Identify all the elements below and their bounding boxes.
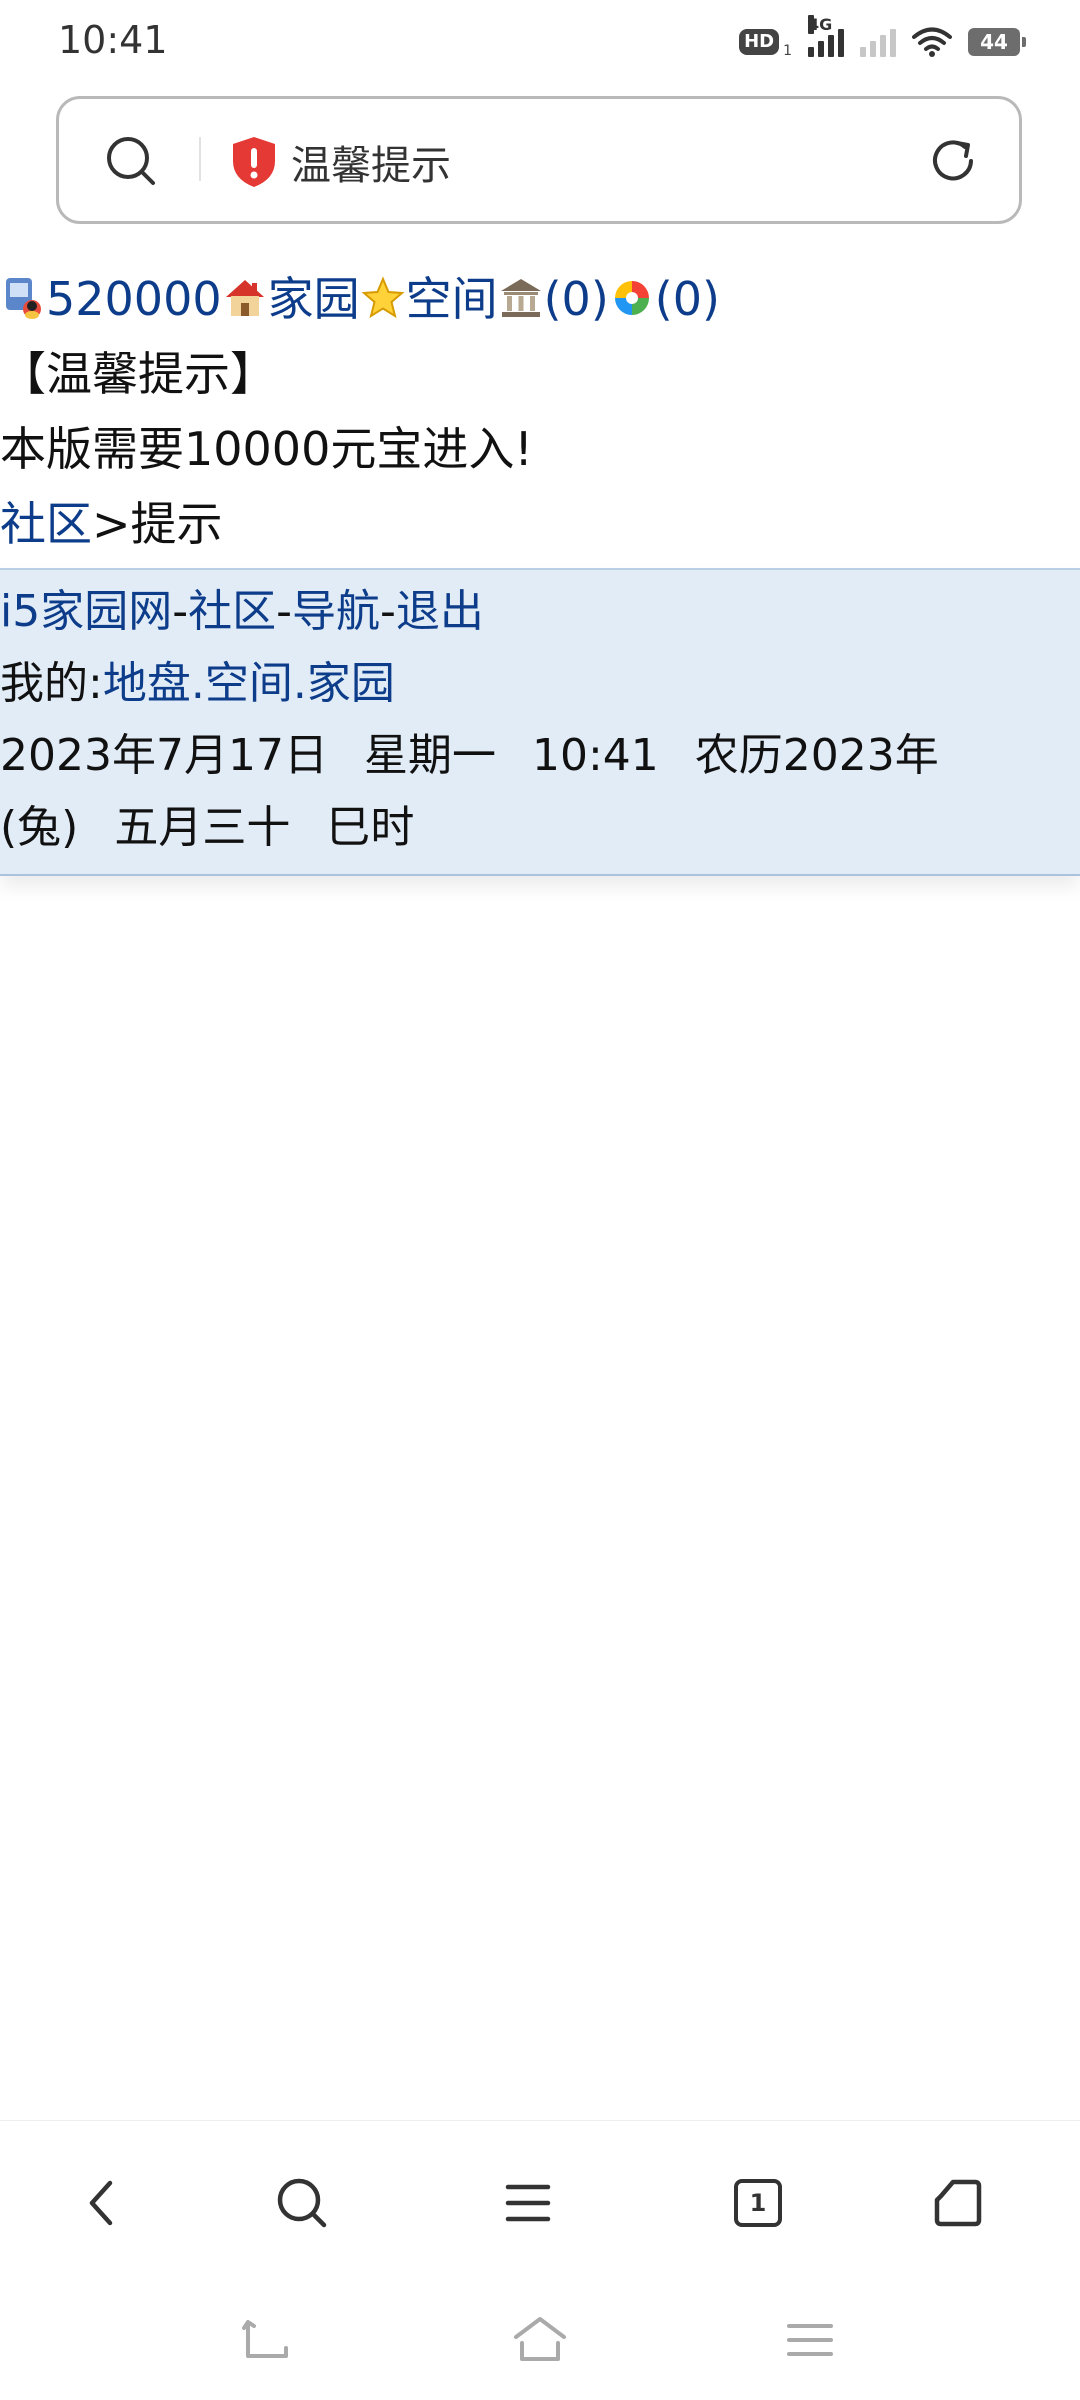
bank-count-link[interactable]: (0) <box>544 272 609 326</box>
navigation-link[interactable]: 导航 <box>292 586 380 637</box>
wifi-icon <box>912 27 952 57</box>
footer-panel: i5家园网-社区-导航-退出 我的:地盘.空间.家园 2023年7月17日 星期一… <box>0 568 1080 876</box>
lunar-zodiac-text: (兔) <box>0 802 79 853</box>
hd-sub-label: 1 <box>783 43 792 59</box>
nav-separator: - <box>276 586 292 637</box>
signal-4g-icon: 4G <box>808 15 844 57</box>
status-time: 10:41 <box>58 18 168 62</box>
notice-heading: 【温馨提示】 <box>0 347 276 401</box>
network-type-label: 4G <box>808 15 833 34</box>
page-content: 520000 家园 空间 (0) (0) 【温馨提示】 本版需要10000元宝进… <box>0 262 1080 876</box>
clock-text: 10:41 <box>531 730 659 781</box>
search-icon <box>277 2178 327 2228</box>
menu-icon <box>505 2184 551 2222</box>
nav-home-button[interactable] <box>510 2310 570 2370</box>
system-nav-bar <box>0 2280 1080 2400</box>
star-icon <box>361 276 405 319</box>
territory-link[interactable]: 地盘 <box>103 658 191 709</box>
lunar-day-text: 五月三十 <box>114 802 291 853</box>
breadcrumb: 社区>提示 <box>0 487 1080 562</box>
nav-home-icon <box>514 2317 566 2361</box>
nav-separator: - <box>380 586 396 637</box>
address-bar[interactable]: 温馨提示 <box>56 96 1022 224</box>
mine-label: 我的: <box>0 658 103 709</box>
date-row: 2023年7月17日 星期一 10:41 农历2023年 <box>0 720 1080 792</box>
album-count-link[interactable]: (0) <box>655 272 720 326</box>
signal-icon <box>860 27 896 57</box>
qq-user-icon <box>6 278 41 319</box>
nav-recents-icon <box>787 2324 833 2356</box>
date-text: 2023年7月17日 <box>0 730 328 781</box>
menu-button[interactable] <box>498 2173 558 2233</box>
home-link[interactable]: 家园 <box>268 272 360 326</box>
browser-toolbar: 1 <box>0 2120 1080 2281</box>
battery-icon: 44 <box>968 28 1026 56</box>
back-icon <box>89 2180 113 2226</box>
breadcrumb-separator: > <box>92 497 131 551</box>
tabs-count: 1 <box>749 2189 767 2217</box>
weekday-text: 星期一 <box>363 730 496 781</box>
home-icon <box>225 280 264 316</box>
nav-recents-button[interactable] <box>780 2310 840 2370</box>
mine-separator: . <box>190 658 205 709</box>
status-bar: 10:41 HD 1 4G 44 <box>0 0 1080 82</box>
page-title[interactable]: 温馨提示 <box>291 133 451 191</box>
user-links-row: 520000 家园 空间 (0) (0) <box>0 262 1080 337</box>
community-link[interactable]: 社区 <box>188 586 276 637</box>
nav-back-button[interactable] <box>236 2310 296 2370</box>
logout-link[interactable]: 退出 <box>396 586 484 637</box>
address-divider <box>199 137 201 181</box>
home-button[interactable] <box>928 2173 988 2233</box>
my-space-link[interactable]: 空间 <box>205 658 293 709</box>
nav-separator: - <box>172 586 189 637</box>
notice-message: 本版需要10000元宝进入! <box>0 422 533 476</box>
hd-icon: HD <box>739 29 780 55</box>
bank-icon <box>500 279 541 317</box>
search-icon[interactable] <box>103 133 159 189</box>
photo-album-icon <box>614 281 649 315</box>
back-button[interactable] <box>72 2173 132 2233</box>
nav-back-icon <box>242 2320 288 2358</box>
footer-nav-row: i5家园网-社区-导航-退出 <box>0 576 1080 648</box>
mine-row: 我的:地盘.空间.家园 <box>0 648 1080 720</box>
tabs-button[interactable]: 1 <box>728 2173 788 2233</box>
reload-icon[interactable] <box>927 135 979 187</box>
site-home-link[interactable]: i5家园网 <box>0 586 172 637</box>
home-icon <box>934 2179 982 2227</box>
lunar-hour-text: 巳时 <box>326 802 415 853</box>
breadcrumb-community-link[interactable]: 社区 <box>0 497 92 551</box>
mine-separator: . <box>292 658 307 709</box>
qq-number-link[interactable]: 520000 <box>46 272 222 326</box>
shield-warning-icon[interactable] <box>229 135 279 189</box>
lunar-year-text: 农历2023年 <box>694 730 939 781</box>
space-link[interactable]: 空间 <box>406 272 498 326</box>
status-icons: HD 1 4G 44 <box>739 15 1026 64</box>
my-home-link[interactable]: 家园 <box>307 658 395 709</box>
breadcrumb-current: 提示 <box>130 497 223 551</box>
search-button[interactable] <box>272 2173 332 2233</box>
lunar-row: (兔) 五月三十 巳时 <box>0 792 1080 864</box>
